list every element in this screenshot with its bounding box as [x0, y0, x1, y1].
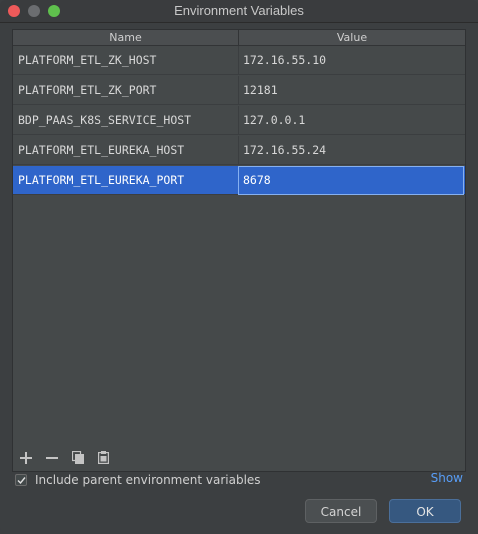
variable-name-cell[interactable]: PLATFORM_ETL_ZK_HOST [18, 46, 236, 75]
environment-variables-dialog: Environment Variables Name Value PLATFOR… [0, 0, 478, 534]
table-header: Name Value [13, 30, 465, 46]
include-parent-checkbox[interactable] [15, 474, 27, 486]
copy-icon [71, 450, 84, 464]
add-variable-button[interactable] [17, 449, 35, 467]
table-row[interactable]: BDP_PAAS_K8S_SERVICE_HOST 127.0.0.1 [13, 106, 465, 135]
table-row[interactable]: PLATFORM_ETL_ZK_HOST 172.16.55.10 [13, 46, 465, 75]
variable-value-cell[interactable]: 8678 [243, 166, 463, 195]
ok-button[interactable]: OK [389, 499, 461, 523]
show-link[interactable]: Show [431, 471, 463, 485]
column-divider [238, 106, 239, 135]
variable-value-cell[interactable]: 172.16.55.24 [243, 136, 463, 165]
column-divider [238, 46, 239, 75]
table-row[interactable]: PLATFORM_ETL_EUREKA_HOST 172.16.55.24 [13, 136, 465, 165]
dialog-title: Environment Variables [174, 3, 304, 18]
variable-name-cell[interactable]: PLATFORM_ETL_EUREKA_PORT [18, 166, 236, 195]
column-divider [238, 76, 239, 105]
remove-variable-button[interactable] [43, 449, 61, 467]
include-parent-label[interactable]: Include parent environment variables [35, 472, 261, 488]
table-toolbar [12, 447, 464, 469]
variable-name-cell[interactable]: PLATFORM_ETL_EUREKA_HOST [18, 136, 236, 165]
checkmark-icon [17, 477, 26, 485]
copy-variable-button[interactable] [69, 449, 87, 467]
variable-value-cell[interactable]: 172.16.55.10 [243, 46, 463, 75]
table-row[interactable]: PLATFORM_ETL_ZK_PORT 12181 [13, 76, 465, 105]
table-row-selected[interactable]: PLATFORM_ETL_EUREKA_PORT 8678 [13, 166, 465, 195]
variable-value-cell[interactable]: 12181 [243, 76, 463, 105]
plus-icon [20, 452, 32, 464]
column-header-value[interactable]: Value [239, 30, 465, 45]
env-vars-table: Name Value PLATFORM_ETL_ZK_HOST 172.16.5… [12, 29, 466, 472]
variable-value-cell[interactable]: 127.0.0.1 [243, 106, 463, 135]
paste-icon [97, 451, 109, 465]
title-bar: Environment Variables [0, 0, 478, 23]
column-divider [238, 136, 239, 165]
paste-variable-button[interactable] [94, 449, 112, 467]
minus-icon [46, 457, 58, 459]
variable-name-cell[interactable]: BDP_PAAS_K8S_SERVICE_HOST [18, 106, 236, 135]
variable-name-cell[interactable]: PLATFORM_ETL_ZK_PORT [18, 76, 236, 105]
column-header-name[interactable]: Name [13, 30, 239, 45]
cancel-button[interactable]: Cancel [305, 499, 377, 523]
